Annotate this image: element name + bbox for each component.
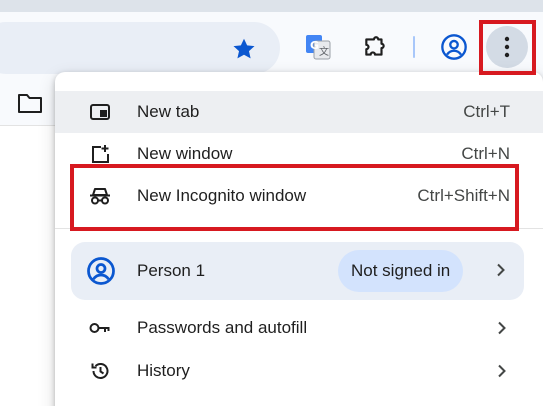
menu-item-new-incognito-window[interactable]: New Incognito window Ctrl+Shift+N	[55, 175, 543, 217]
extensions-icon[interactable]	[361, 32, 389, 62]
menu-item-history[interactable]: History	[55, 350, 543, 392]
menu-item-label: History	[137, 361, 190, 380]
chevron-right-icon	[495, 364, 509, 378]
menu-item-label: New tab	[137, 102, 200, 121]
new-window-icon	[89, 143, 111, 165]
tab-strip	[0, 0, 543, 12]
chevron-right-icon	[494, 263, 508, 277]
profile-card[interactable]: Person 1 Not signed in	[71, 242, 524, 300]
profile-name: Person 1	[137, 261, 206, 280]
menu-item-new-tab[interactable]: New tab Ctrl+T	[55, 91, 543, 133]
menu-item-label: Passwords and autofill	[137, 318, 308, 337]
more-vert-icon[interactable]	[486, 26, 528, 68]
chevron-right-icon	[495, 321, 509, 335]
chrome-menu: New tab Ctrl+T New window Ctrl+N New Inc…	[55, 72, 543, 406]
sign-in-status-badge: Not signed in	[338, 250, 464, 292]
new-tab-icon	[89, 101, 111, 123]
history-icon	[89, 360, 111, 382]
folder-icon[interactable]	[15, 90, 45, 116]
menu-item-label: New Incognito window	[137, 186, 307, 205]
keyboard-shortcut: Ctrl+N	[461, 144, 510, 163]
bookmark-star-icon[interactable]	[229, 34, 259, 64]
key-icon	[89, 317, 111, 339]
google-translate-icon[interactable]: G 文	[303, 32, 333, 62]
account-circle-icon	[85, 255, 117, 287]
profile-icon[interactable]	[439, 32, 469, 62]
keyboard-shortcut: Ctrl+Shift+N	[417, 186, 510, 205]
menu-item-label: New window	[137, 144, 233, 163]
menu-item-passwords-and-autofill[interactable]: Passwords and autofill	[55, 307, 543, 349]
toolbar-separator	[413, 36, 415, 58]
svg-text:文: 文	[319, 45, 329, 58]
menu-divider	[55, 228, 543, 229]
svg-text:G: G	[310, 39, 319, 52]
keyboard-shortcut: Ctrl+T	[463, 102, 510, 121]
incognito-icon	[89, 185, 111, 207]
menu-item-new-window[interactable]: New window Ctrl+N	[55, 133, 543, 175]
